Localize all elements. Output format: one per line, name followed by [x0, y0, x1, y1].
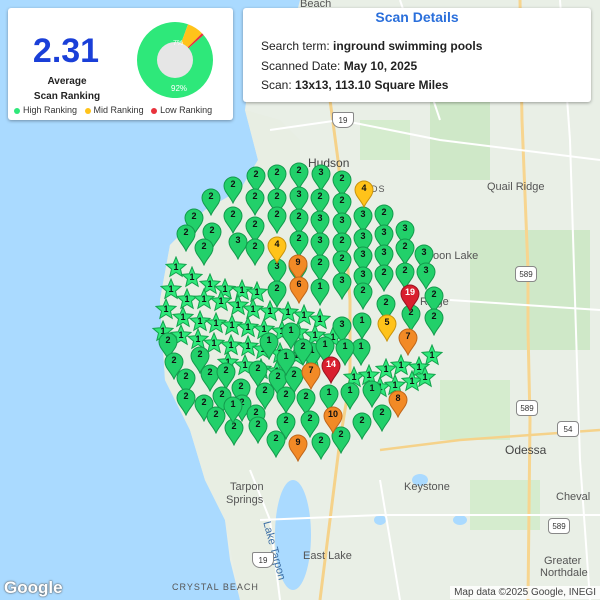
- search-term-row: Search term: inground swimming pools: [261, 39, 482, 53]
- ranking-pin-high[interactable]: 2: [352, 282, 374, 310]
- scan-size-label: Scan:: [261, 78, 292, 92]
- map-attribution[interactable]: Map data ©2025 Google, INEGI: [450, 586, 600, 599]
- search-term-label: Search term:: [261, 39, 330, 53]
- ranking-pin-high[interactable]: 1: [309, 278, 331, 306]
- donut-mid-label: 7%: [173, 40, 183, 47]
- ranking-pin-high[interactable]: 2: [275, 386, 297, 414]
- ranking-pin-high[interactable]: 2: [247, 416, 269, 444]
- ranking-star-pin[interactable]: 1: [421, 344, 443, 366]
- ranking-pin-high[interactable]: 2: [310, 432, 332, 460]
- ranking-pin-high[interactable]: 2: [266, 280, 288, 308]
- legend-high-dot: [14, 107, 20, 114]
- ranking-pin-mid[interactable]: 10: [322, 406, 344, 434]
- ranking-pin-mid[interactable]: 5: [376, 314, 398, 342]
- average-ranking-value: 2.31: [32, 32, 100, 70]
- ranking-pin-mid[interactable]: 8: [387, 390, 409, 418]
- ranking-pin-high[interactable]: 2: [222, 176, 244, 204]
- ranking-pin-mid[interactable]: 4: [353, 180, 375, 208]
- ranking-pin-high[interactable]: 3: [331, 272, 353, 300]
- legend-high: High Ranking: [14, 105, 77, 115]
- ranking-pin-high[interactable]: 2: [244, 238, 266, 266]
- ranking-pin-mid[interactable]: 9: [287, 434, 309, 462]
- scanned-date-label: Scanned Date:: [261, 59, 341, 73]
- scanned-date-row: Scanned Date: May 10, 2025: [261, 59, 417, 73]
- scan-details-title: Scan Details: [375, 9, 459, 25]
- legend-mid-dot: [84, 107, 91, 114]
- summary-card: 2.31 Average Scan Ranking 92% 7% High Ra…: [8, 8, 233, 120]
- average-label-line2: Scan Ranking: [33, 91, 101, 102]
- legend-low: Low Ranking: [151, 105, 212, 115]
- legend-low-label: Low Ranking: [160, 105, 213, 115]
- ranking-pin-high[interactable]: 2: [222, 206, 244, 234]
- average-label-line1: Average: [47, 76, 87, 87]
- ranking-pin-high[interactable]: 1: [351, 312, 373, 340]
- ranking-pin-mid[interactable]: 4: [266, 236, 288, 264]
- ranking-pin-high[interactable]: 2: [244, 188, 266, 216]
- ranking-pin-mid[interactable]: 7: [397, 328, 419, 356]
- ranking-pin-high[interactable]: 2: [373, 264, 395, 292]
- ranking-pin-high[interactable]: 2: [351, 412, 373, 440]
- scan-details-card: Scan Details Search term: inground swimm…: [243, 8, 591, 102]
- ranking-pin-low[interactable]: 19: [399, 284, 421, 312]
- legend-mid: Mid Ranking: [84, 105, 144, 115]
- ranking-legend: High Ranking Mid Ranking Low Ranking: [14, 105, 217, 115]
- scan-size-value: 13x13, 113.10 Square Miles: [295, 78, 449, 92]
- donut-high-label: 92%: [171, 84, 187, 93]
- ranking-pin-mid[interactable]: 7: [300, 362, 322, 390]
- legend-mid-label: Mid Ranking: [93, 105, 144, 115]
- ranking-star-pin[interactable]: 1: [414, 366, 436, 388]
- ranking-pin-low[interactable]: 14: [320, 356, 342, 384]
- ranking-pin-high[interactable]: 2: [266, 206, 288, 234]
- legend-low-dot: [151, 107, 158, 114]
- legend-high-label: High Ranking: [23, 105, 78, 115]
- ranking-pin-high[interactable]: 2: [423, 308, 445, 336]
- average-ranking-label: Average Scan Ranking: [22, 74, 112, 104]
- ranking-pin-mid[interactable]: 6: [288, 276, 310, 304]
- ranking-pin-high[interactable]: 1: [222, 396, 244, 424]
- ranking-pin-high[interactable]: 2: [193, 238, 215, 266]
- scanned-date-value: May 10, 2025: [343, 59, 418, 73]
- scan-size-row: Scan: 13x13, 113.10 Square Miles: [261, 78, 448, 92]
- search-term-value: inground swimming pools: [333, 39, 483, 53]
- google-logo[interactable]: Google: [4, 578, 63, 598]
- ranking-donut-chart: 92% 7%: [137, 21, 213, 98]
